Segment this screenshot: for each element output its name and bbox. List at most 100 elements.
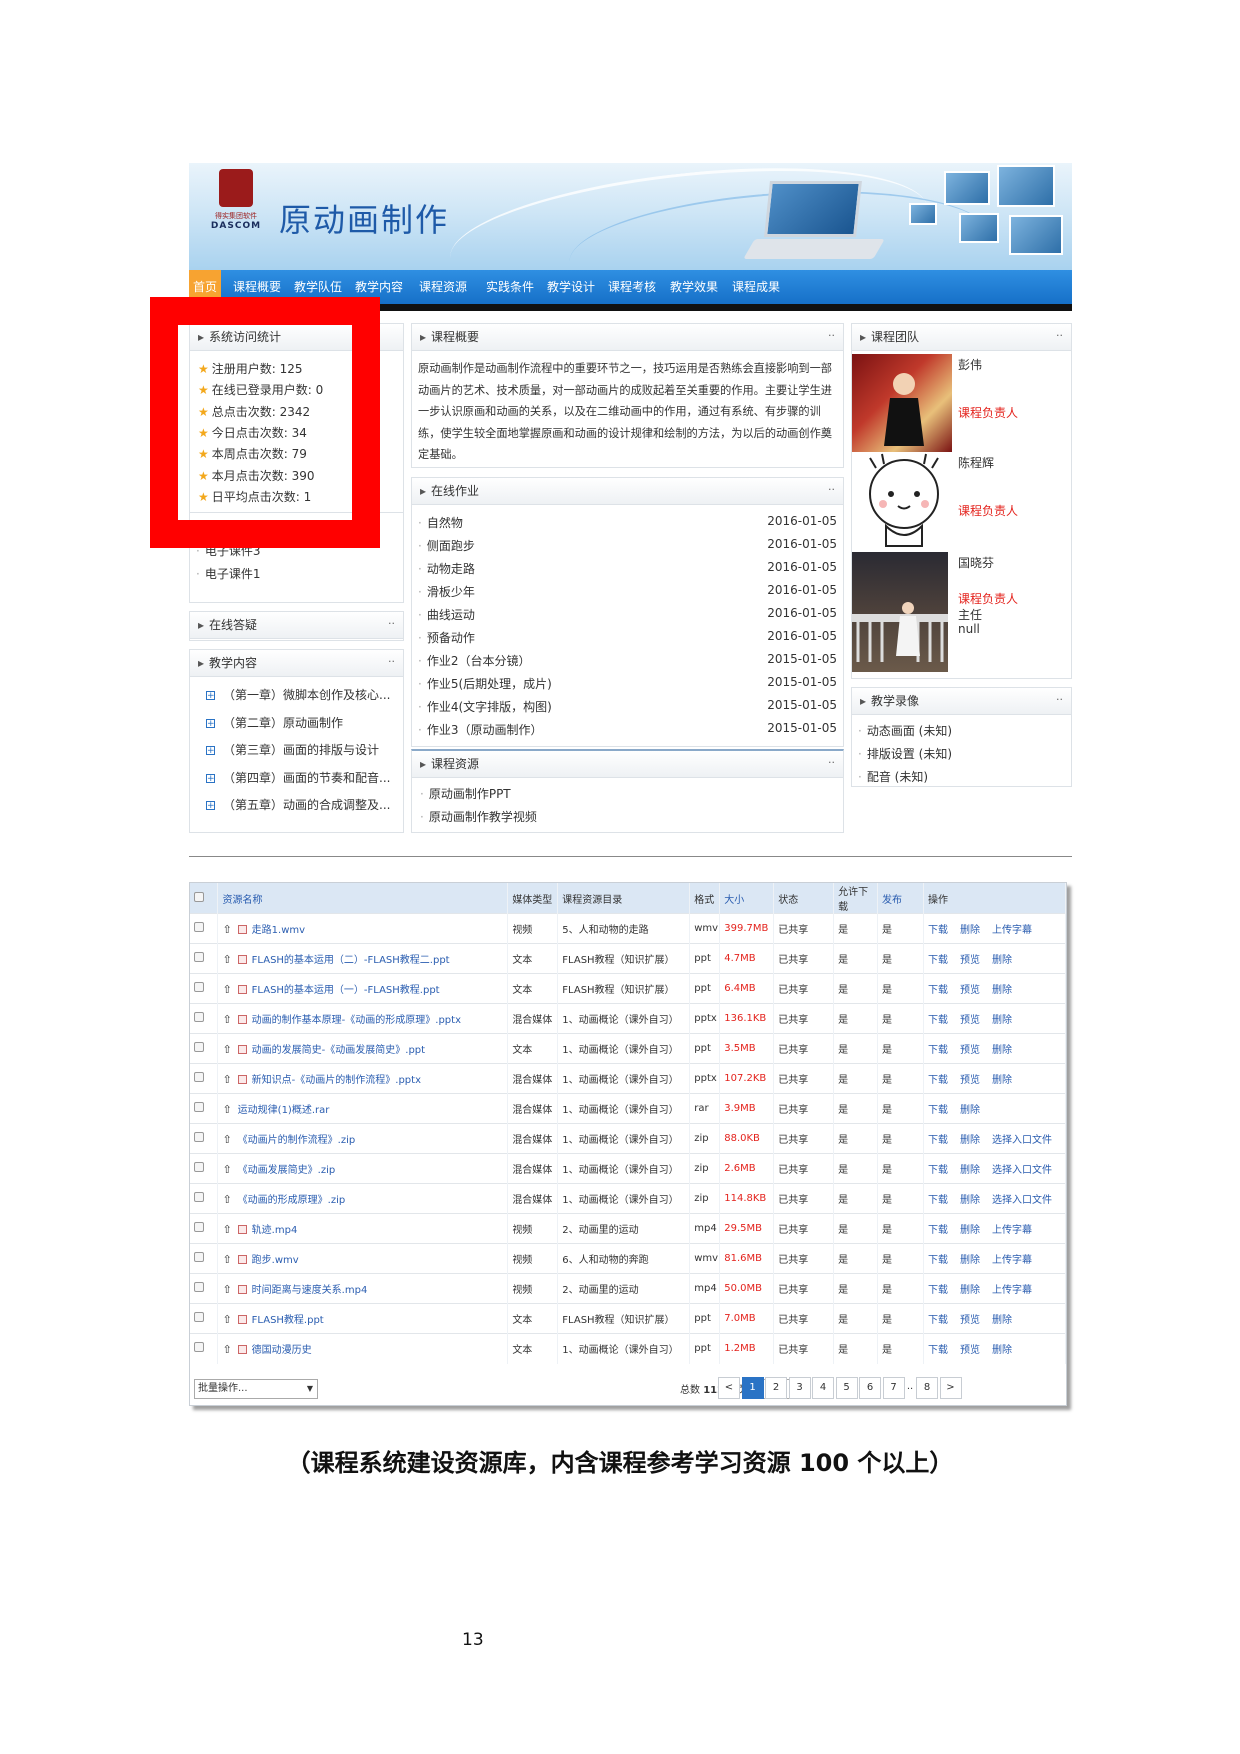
row-action-link[interactable]: 选择入口文件 — [992, 1195, 1052, 1206]
row-checkbox[interactable] — [194, 1312, 204, 1322]
chapter-item[interactable]: + （第四章）画面的节奏和配音... — [206, 769, 390, 786]
arrow-up-icon[interactable]: ⇧ — [222, 1253, 231, 1266]
page-button[interactable]: 8 — [916, 1377, 938, 1399]
row-checkbox[interactable] — [194, 1342, 204, 1353]
arrow-up-icon[interactable]: ⇧ — [222, 953, 231, 966]
row-action-link[interactable]: 上传字幕 — [992, 1255, 1032, 1266]
more-icon[interactable]: ·· — [388, 648, 395, 675]
more-icon[interactable]: ·· — [388, 610, 395, 637]
nav-item[interactable]: 教学设计 — [541, 270, 601, 304]
row-action-link[interactable]: 上传字幕 — [992, 1225, 1032, 1236]
arrow-up-icon[interactable]: ⇧ — [222, 1103, 231, 1116]
qa-title[interactable]: 在线答疑 — [209, 618, 257, 632]
member-name[interactable]: 彭伟 — [958, 356, 982, 373]
resource-item[interactable]: · 原动画制作教学视频 — [420, 808, 537, 825]
more-icon[interactable]: ·· — [828, 749, 835, 776]
row-action-link[interactable]: 删除 — [960, 1285, 980, 1296]
arrow-up-icon[interactable]: ⇧ — [222, 1163, 231, 1176]
more-icon[interactable]: ·· — [828, 322, 835, 349]
page-button[interactable]: > — [939, 1377, 962, 1399]
expand-icon[interactable]: + — [206, 801, 215, 811]
row-checkbox[interactable] — [194, 1132, 204, 1142]
row-action-link[interactable]: 预览 — [960, 1015, 980, 1026]
batch-action-select[interactable]: 批量操作... ▼ — [194, 1379, 318, 1399]
more-icon[interactable]: ·· — [828, 476, 835, 503]
page-button[interactable]: 5 — [835, 1377, 858, 1399]
arrow-up-icon[interactable]: ⇧ — [222, 1073, 231, 1086]
resource-name-link[interactable]: 动画的制作基本原理-《动画的形成原理》.pptx — [252, 1015, 461, 1026]
resource-name-link[interactable]: 《动画的形成原理》.zip — [238, 1195, 346, 1206]
row-action-link[interactable]: 预览 — [960, 1075, 980, 1086]
page-button[interactable]: 3 — [788, 1377, 811, 1399]
more-icon[interactable]: ·· — [1056, 686, 1063, 713]
row-checkbox[interactable] — [194, 982, 204, 992]
chapter-item[interactable]: + （第二章）原动画制作 — [206, 714, 343, 731]
nav-item[interactable]: 教学效果 — [663, 270, 725, 304]
member-photo[interactable] — [852, 354, 952, 452]
row-action-link[interactable]: 上传字幕 — [992, 1285, 1032, 1296]
row-action-link[interactable]: 预览 — [960, 985, 980, 996]
nav-item[interactable]: 实践条件 — [479, 270, 541, 304]
video-item[interactable]: · 动态画面 (未知) — [858, 722, 952, 739]
arrow-up-icon[interactable]: ⇧ — [222, 923, 231, 936]
row-action-link[interactable]: 下载 — [928, 1345, 948, 1356]
homework-item[interactable]: · 作业5(后期处理，成片) — [418, 675, 552, 692]
row-checkbox[interactable] — [194, 1282, 204, 1292]
resource-name-link[interactable]: 轨迹.mp4 — [252, 1225, 298, 1236]
resource-name-link[interactable]: 跑步.wmv — [252, 1255, 299, 1266]
row-checkbox[interactable] — [194, 1252, 204, 1262]
row-action-link[interactable]: 下载 — [928, 985, 948, 996]
nav-item[interactable]: 课程考核 — [601, 270, 663, 304]
resource-name-link[interactable]: 《动画片的制作流程》.zip — [238, 1135, 356, 1146]
row-checkbox[interactable] — [194, 952, 204, 962]
arrow-up-icon[interactable]: ⇧ — [222, 1043, 231, 1056]
row-action-link[interactable]: 预览 — [960, 1345, 980, 1356]
row-action-link[interactable]: 删除 — [992, 1015, 1012, 1026]
homework-item[interactable]: · 滑板少年 — [418, 583, 475, 600]
row-action-link[interactable]: 选择入口文件 — [992, 1165, 1052, 1176]
row-action-link[interactable]: 下载 — [928, 1195, 948, 1206]
arrow-up-icon[interactable]: ⇧ — [222, 1133, 231, 1146]
row-action-link[interactable]: 删除 — [960, 1105, 980, 1116]
row-action-link[interactable]: 下载 — [928, 955, 948, 966]
row-action-link[interactable]: 下载 — [928, 1135, 948, 1146]
resource-name-link[interactable]: 运动规律(1)概述.rar — [238, 1105, 330, 1116]
row-checkbox[interactable] — [194, 1042, 204, 1052]
row-action-link[interactable]: 下载 — [928, 1285, 948, 1296]
video-item[interactable]: · 配音 (未知) — [858, 768, 928, 785]
homework-item[interactable]: · 作业4(文字排版，构图) — [418, 698, 552, 715]
arrow-up-icon[interactable]: ⇧ — [222, 1313, 231, 1326]
arrow-up-icon[interactable]: ⇧ — [222, 983, 231, 996]
row-action-link[interactable]: 删除 — [960, 1195, 980, 1206]
row-action-link[interactable]: 选择入口文件 — [992, 1135, 1052, 1146]
row-action-link[interactable]: 删除 — [992, 1075, 1012, 1086]
row-action-link[interactable]: 下载 — [928, 1315, 948, 1326]
homework-item[interactable]: · 侧面跑步 — [418, 537, 475, 554]
row-action-link[interactable]: 下载 — [928, 1015, 948, 1026]
expand-icon[interactable]: + — [206, 773, 215, 783]
member-name[interactable]: 陈程辉 — [958, 454, 994, 471]
expand-icon[interactable]: + — [206, 691, 215, 701]
chapter-item[interactable]: + （第一章）微脚本创作及核心... — [206, 686, 390, 703]
nav-item[interactable]: 课程成果 — [725, 270, 787, 304]
row-action-link[interactable]: 删除 — [960, 1165, 980, 1176]
row-action-link[interactable]: 删除 — [960, 1225, 980, 1236]
row-action-link[interactable]: 删除 — [960, 1255, 980, 1266]
arrow-up-icon[interactable]: ⇧ — [222, 1223, 231, 1236]
row-checkbox[interactable] — [194, 1102, 204, 1112]
row-action-link[interactable]: 预览 — [960, 1315, 980, 1326]
expand-icon[interactable]: + — [206, 746, 215, 756]
row-checkbox[interactable] — [194, 922, 204, 932]
row-action-link[interactable]: 下载 — [928, 1165, 948, 1176]
row-action-link[interactable]: 下载 — [928, 925, 948, 936]
homework-item[interactable]: · 自然物 — [418, 514, 463, 531]
homework-item[interactable]: · 预备动作 — [418, 629, 475, 646]
row-action-link[interactable]: 删除 — [992, 985, 1012, 996]
chapter-item[interactable]: + （第五章）动画的合成调整及... — [206, 796, 390, 813]
row-checkbox[interactable] — [194, 1162, 204, 1172]
nav-item[interactable]: 课程资源 — [411, 270, 475, 304]
row-action-link[interactable]: 删除 — [992, 1345, 1012, 1356]
row-action-link[interactable]: 上传字幕 — [992, 925, 1032, 936]
row-checkbox[interactable] — [194, 1012, 204, 1022]
page-button[interactable]: 7 — [882, 1377, 905, 1399]
